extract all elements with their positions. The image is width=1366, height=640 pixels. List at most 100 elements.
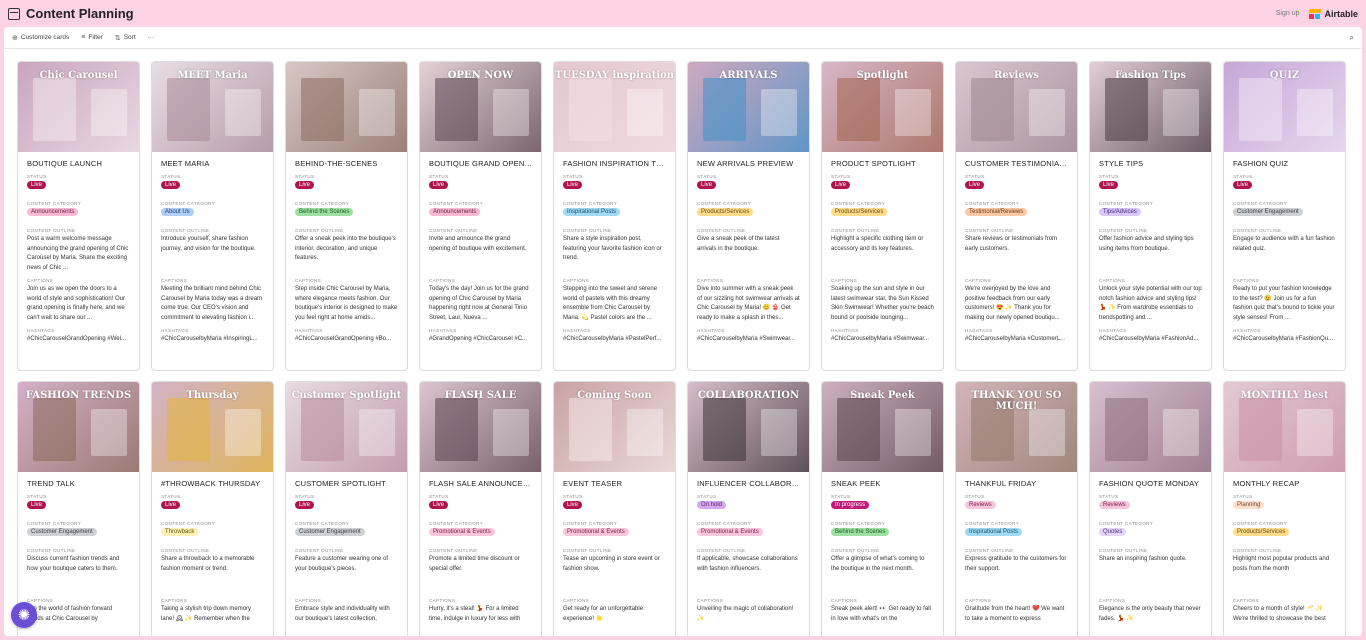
cover-text: THANK YOU SO MUCH! xyxy=(971,390,1062,412)
airtable-logo[interactable]: Airtable xyxy=(1308,8,1358,19)
gallery-card[interactable]: OPEN NOW BOUTIQUE GRAND OPENI... STATUS Liv… xyxy=(419,61,542,371)
gear-icon: ✺ xyxy=(17,607,31,624)
card-cover-image[interactable]: Reviews xyxy=(956,62,1077,152)
gallery-card[interactable]: QUIZ FASHION QUIZ STATUS Live CONTENT CATEGO… xyxy=(1223,61,1346,371)
card-cover-image[interactable]: Spotlight xyxy=(822,62,943,152)
outline-label: CONTENT OUTLINE xyxy=(1233,548,1282,553)
filter-button[interactable]: ≡ Filter xyxy=(81,34,103,41)
status-label: STATUS xyxy=(295,174,315,179)
card-title: CUSTOMER SPOTLIGHT xyxy=(295,479,386,488)
card-body: INFLUENCER COLLABORAT... STATUS On hold CON… xyxy=(688,472,809,636)
hashtags-text: #ChicCarouselbyMaria #FashionAd... xyxy=(1099,336,1199,342)
category-label: CONTENT CATEGORY xyxy=(831,521,886,526)
gallery-card[interactable]: ARRIVALS NEW ARRIVALS PREVIEW STATUS Live CO… xyxy=(687,61,810,371)
cover-shape xyxy=(760,89,797,136)
card-cover-image[interactable]: FASHION TRENDS xyxy=(18,382,139,472)
settings-fab[interactable]: ✺ xyxy=(11,602,37,628)
card-cover-image[interactable]: Thursday xyxy=(152,382,273,472)
gallery-card[interactable]: MEET Maria MEET MARIA STATUS Live CONTENT CA… xyxy=(151,61,274,371)
card-title: FLASH SALE ANNOUNCEM... xyxy=(429,479,532,488)
gallery-card[interactable]: COLLABORATION INFLUENCER COLLABORAT... STA… xyxy=(687,381,810,636)
card-cover-image[interactable]: QUIZ xyxy=(1224,62,1345,152)
status-row: Live xyxy=(965,181,1068,201)
customize-icon: ⊕ xyxy=(12,34,18,42)
more-button[interactable]: ··· xyxy=(148,34,155,41)
sort-button[interactable]: ⇅ Sort xyxy=(115,34,136,42)
caption-text: Gratitude from the heart! ❤️ We want to … xyxy=(965,606,1065,622)
outline-text: Feature a customer wearing one of your b… xyxy=(295,556,389,572)
status-label: STATUS xyxy=(27,494,47,499)
card-cover-image[interactable]: THANK YOU SO MUCH! xyxy=(956,382,1077,472)
gallery-card[interactable]: Customer Spotlight CUSTOMER SPOTLIGHT STAT… xyxy=(285,381,408,636)
category-label: CONTENT CATEGORY xyxy=(27,521,82,526)
gallery-card[interactable]: FASHION TRENDS TREND TALK STATUS Live CONTEN… xyxy=(17,381,140,636)
search-icon[interactable]: ⌕ xyxy=(1350,33,1354,43)
outline-text: Engage to audience with a fun fashion re… xyxy=(1233,236,1335,252)
gallery-card[interactable]: FLASH SALE FLASH SALE ANNOUNCEM... STATUS L… xyxy=(419,381,542,636)
outline-label: CONTENT OUTLINE xyxy=(965,548,1014,553)
outline-label: CONTENT OUTLINE xyxy=(831,228,880,233)
card-cover-image[interactable]: Fashion Tips xyxy=(1090,62,1211,152)
card-cover-image[interactable]: Chic Carousel xyxy=(18,62,139,152)
card-cover-image[interactable]: COLLABORATION xyxy=(688,382,809,472)
card-cover-image[interactable]: ARRIVALS xyxy=(688,62,809,152)
card-cover-image[interactable]: MEET Maria xyxy=(152,62,273,152)
category-row: Inspirational Posts xyxy=(563,208,666,228)
cover-text: ARRIVALS xyxy=(719,70,778,81)
outline-text: Highlight a specific clothing item or ac… xyxy=(831,236,924,252)
category-badge: Inspirational Posts xyxy=(965,528,1023,536)
gallery-card[interactable]: Reviews CUSTOMER TESTIMONIALS STATUS Live CO… xyxy=(955,61,1078,371)
bottom-strip xyxy=(0,636,1366,640)
gallery-card[interactable]: BEHIND-THE-SCENES STATUS Live CONTENT CATEG… xyxy=(285,61,408,371)
status-label: STATUS xyxy=(295,494,315,499)
card-cover-image[interactable]: Coming Soon xyxy=(554,382,675,472)
card-cover-image[interactable]: FLASH SALE xyxy=(420,382,541,472)
card-cover-image[interactable]: MONTHLY Best xyxy=(1224,382,1345,472)
status-badge: In progress xyxy=(831,501,870,509)
cover-text: MONTHLY Best xyxy=(1240,390,1329,401)
card-cover-image[interactable] xyxy=(286,62,407,152)
gallery-card[interactable]: Chic Carousel BOUTIQUE LAUNCH STATUS Live CO… xyxy=(17,61,140,371)
card-body: SNEAK PEEK STATUS In progress CONTENT CATEG… xyxy=(822,472,943,636)
gallery-card[interactable]: Coming Soon EVENT TEASER STATUS Live CONTENT… xyxy=(553,381,676,636)
caption-text: Today's the day! Join us for the grand o… xyxy=(429,286,529,321)
signup-link[interactable]: Sign up xyxy=(1276,10,1300,17)
card-cover-image[interactable] xyxy=(1090,382,1211,472)
card-body: THANKFUL FRIDAY STATUS Reviews CONTENT CATE… xyxy=(956,472,1077,636)
card-title: THANKFUL FRIDAY xyxy=(965,479,1037,488)
category-badge: Behind the Scenes xyxy=(295,208,354,216)
card-cover-image[interactable]: Customer Spotlight xyxy=(286,382,407,472)
card-cover-image[interactable]: TUESDAY inspiration xyxy=(554,62,675,152)
gallery-card[interactable]: Thursday #THROWBACK THURSDAY STATUS Live CON… xyxy=(151,381,274,636)
cover-shape xyxy=(760,409,797,456)
card-body: BEHIND-THE-SCENES STATUS Live CONTENT CATEG… xyxy=(286,152,407,345)
gallery-card[interactable]: Spotlight PRODUCT SPOTLIGHT STATUS Live CONT… xyxy=(821,61,944,371)
gallery-card[interactable]: Sneak Peek SNEAK PEEK STATUS In progress CON… xyxy=(821,381,944,636)
status-badge: Live xyxy=(563,501,583,509)
gallery-card[interactable]: Fashion Tips STYLE TIPS STATUS Live CONTENT … xyxy=(1089,61,1212,371)
gallery-card[interactable]: TUESDAY inspiration FASHION INSPIRATION T… xyxy=(553,61,676,371)
customize-cards-button[interactable]: ⊕ Customize cards xyxy=(12,34,69,42)
status-label: STATUS xyxy=(161,174,181,179)
gallery-card[interactable]: FASHION QUOTE MONDAY STATUS Reviews CONTENT… xyxy=(1089,381,1212,636)
caption-text: into the world of fashion forward trends… xyxy=(27,606,113,622)
outline-label: CONTENT OUTLINE xyxy=(697,548,746,553)
gallery-card[interactable]: THANK YOU SO MUCH! THANKFUL FRIDAY STATUS R… xyxy=(955,381,1078,636)
cover-shape xyxy=(492,89,529,136)
cover-shape xyxy=(568,78,613,142)
cover-shape xyxy=(492,409,529,456)
captions-label: CAPTIONS xyxy=(161,598,188,603)
captions-label: CAPTIONS xyxy=(965,598,992,603)
gallery-card[interactable]: MONTHLY Best MONTHLY RECAP STATUS Planning C… xyxy=(1223,381,1346,636)
card-cover-image[interactable]: Sneak Peek xyxy=(822,382,943,472)
card-title: TREND TALK xyxy=(27,479,75,488)
card-title: PRODUCT SPOTLIGHT xyxy=(831,159,916,168)
hashtags-label: HASHTAGS xyxy=(1099,328,1127,333)
category-badge: Throwback xyxy=(161,528,199,536)
category-row: Quotes xyxy=(1099,528,1202,548)
card-cover-image[interactable]: OPEN NOW xyxy=(420,62,541,152)
caption-text: Sneak peek alert! 👀 Get ready to fall in… xyxy=(831,606,931,622)
outline-text: Tease an upcoming in store event or fash… xyxy=(563,556,660,572)
category-label: CONTENT CATEGORY xyxy=(1099,521,1154,526)
category-badge: Products/Services xyxy=(697,208,754,216)
